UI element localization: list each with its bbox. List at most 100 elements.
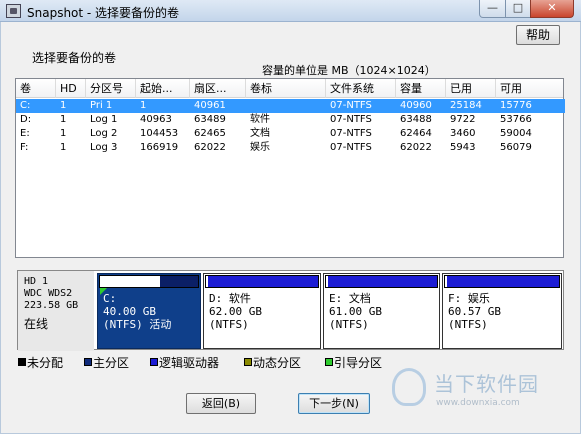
column-header-volume[interactable]: 卷 bbox=[16, 79, 56, 98]
watermark-logo-icon bbox=[392, 368, 426, 406]
table-row[interactable]: F: 1 Log 3 166919 62022 娱乐 07-NTFS 62022 5943 560… bbox=[16, 141, 565, 155]
legend-label: 动态分区 bbox=[253, 356, 302, 370]
help-button[interactable]: 帮助 bbox=[516, 25, 560, 45]
cell-start: 166919 bbox=[140, 142, 179, 153]
cell-capacity: 40960 bbox=[400, 100, 432, 111]
cell-used: 25184 bbox=[450, 100, 482, 111]
back-button[interactable]: 返回(B) bbox=[186, 393, 256, 414]
legend-item: 引导分区 bbox=[325, 356, 382, 372]
cell-volume: F: bbox=[20, 142, 29, 153]
column-header-filesystem[interactable]: 文件系统 bbox=[326, 79, 396, 98]
cell-partition: Log 3 bbox=[90, 142, 118, 153]
cell-hd: 1 bbox=[60, 142, 67, 153]
partition-details: D: 软件 62.00 GB (NTFS) bbox=[209, 292, 262, 331]
close-button[interactable]: ✕ bbox=[530, 0, 574, 18]
legend-label: 引导分区 bbox=[334, 356, 383, 370]
cell-free: 53766 bbox=[500, 114, 532, 125]
partition-line2: 60.57 GB bbox=[448, 305, 501, 318]
cell-volume: C: bbox=[20, 100, 31, 111]
cell-label: 文档 bbox=[250, 128, 270, 139]
partition-line1: E: 文档 bbox=[329, 292, 371, 305]
cell-hd: 1 bbox=[60, 114, 67, 125]
cell-used: 9722 bbox=[450, 114, 476, 125]
cell-hd: 1 bbox=[60, 100, 67, 111]
partition-details: F: 娱乐 60.57 GB (NTFS) bbox=[448, 292, 501, 331]
legend-label: 未分配 bbox=[27, 356, 64, 370]
legend-label: 逻辑驱动器 bbox=[159, 356, 220, 370]
column-header-used[interactable]: 已用 bbox=[446, 79, 496, 98]
cell-filesystem: 07-NTFS bbox=[330, 142, 372, 153]
cell-filesystem: 07-NTFS bbox=[330, 100, 372, 111]
partition-usage-bar bbox=[444, 275, 560, 288]
partition-line2: 61.00 GB bbox=[329, 305, 382, 318]
partition-line3: (NTFS) bbox=[329, 318, 369, 331]
partition-used-fill bbox=[445, 276, 448, 287]
partition-used-fill bbox=[100, 276, 160, 287]
column-header-free[interactable]: 可用 bbox=[496, 79, 565, 98]
partition-details: E: 文档 61.00 GB (NTFS) bbox=[329, 292, 382, 331]
legend-swatch-icon bbox=[18, 358, 26, 366]
cell-used: 5943 bbox=[450, 142, 476, 153]
legend-item: 动态分区 bbox=[244, 356, 301, 372]
cell-free: 15776 bbox=[500, 100, 532, 111]
disk-size: 223.58 GB bbox=[24, 300, 79, 311]
disk-number: HD 1 bbox=[24, 276, 49, 287]
cell-filesystem: 07-NTFS bbox=[330, 114, 372, 125]
legend-item: 主分区 bbox=[84, 356, 129, 372]
table-row[interactable]: E: 1 Log 2 104453 62465 文档 07-NTFS 62464 3460 590… bbox=[16, 127, 565, 141]
cell-free: 59004 bbox=[500, 128, 532, 139]
column-header-partition[interactable]: 分区号 bbox=[86, 79, 136, 98]
cell-hd: 1 bbox=[60, 128, 67, 139]
title-bar: Snapshot - 选择要备份的卷 — □ ✕ bbox=[0, 0, 581, 22]
cell-partition: Pri 1 bbox=[90, 100, 113, 111]
cell-filesystem: 07-NTFS bbox=[330, 128, 372, 139]
partition-line2: 40.00 GB bbox=[103, 305, 156, 318]
volume-list[interactable]: 卷 HD 分区号 起始... 扇区... 卷标 文件系统 容量 已用 可用 C:… bbox=[15, 78, 565, 258]
cell-used: 3460 bbox=[450, 128, 476, 139]
cell-sectors: 63489 bbox=[194, 114, 226, 125]
maximize-button[interactable]: □ bbox=[505, 0, 531, 18]
partition-line3: (NTFS) 活动 bbox=[103, 318, 172, 331]
cell-start: 104453 bbox=[140, 128, 179, 139]
legend-swatch-icon bbox=[84, 358, 92, 366]
cell-capacity: 62464 bbox=[400, 128, 432, 139]
partition-block[interactable]: C: 40.00 GB (NTFS) 活动 bbox=[97, 273, 201, 349]
partition-line1: F: 娱乐 bbox=[448, 292, 490, 305]
cell-start: 1 bbox=[140, 100, 147, 111]
unit-label: 容量的单位是 MB（1024×1024） bbox=[262, 64, 436, 77]
cell-sectors: 62022 bbox=[194, 142, 226, 153]
disk-status: 在线 bbox=[24, 317, 49, 331]
column-header-sectors[interactable]: 扇区... bbox=[190, 79, 246, 98]
column-header-start[interactable]: 起始... bbox=[136, 79, 190, 98]
minimize-button[interactable]: — bbox=[479, 0, 506, 18]
partition-usage-bar bbox=[99, 275, 199, 288]
camera-icon bbox=[6, 4, 21, 18]
partition-block[interactable]: E: 文档 61.00 GB (NTFS) bbox=[323, 273, 440, 349]
column-header-label[interactable]: 卷标 bbox=[246, 79, 326, 98]
select-volume-label: 选择要备份的卷 bbox=[32, 51, 117, 65]
partition-used-fill bbox=[326, 276, 329, 287]
list-header: 卷 HD 分区号 起始... 扇区... 卷标 文件系统 容量 已用 可用 bbox=[16, 79, 563, 98]
table-row[interactable]: D: 1 Log 1 40963 63489 软件 07-NTFS 63488 9722 5376… bbox=[16, 113, 565, 127]
cell-label: 软件 bbox=[250, 114, 270, 125]
disk-model: WDC WDS2 bbox=[24, 288, 73, 299]
column-header-capacity[interactable]: 容量 bbox=[396, 79, 446, 98]
legend-swatch-icon bbox=[244, 358, 252, 366]
watermark-url: www.downxia.com bbox=[436, 398, 520, 408]
column-header-hd[interactable]: HD bbox=[56, 79, 86, 98]
partition-line1: C: bbox=[103, 292, 117, 305]
partition-usage-bar bbox=[325, 275, 438, 288]
partition-block[interactable]: D: 软件 62.00 GB (NTFS) bbox=[203, 273, 321, 349]
table-row[interactable]: C: 1 Pri 1 1 40961 07-NTFS 40960 25184 15776 bbox=[16, 99, 565, 113]
partition-line3: (NTFS) bbox=[448, 318, 488, 331]
partition-block[interactable]: F: 娱乐 60.57 GB (NTFS) bbox=[442, 273, 562, 349]
legend-item: 未分配 bbox=[18, 356, 63, 372]
cell-capacity: 63488 bbox=[400, 114, 432, 125]
cell-capacity: 62022 bbox=[400, 142, 432, 153]
next-button[interactable]: 下一步(N) bbox=[298, 393, 370, 414]
legend-label: 主分区 bbox=[93, 356, 130, 370]
cell-sectors: 40961 bbox=[194, 100, 226, 111]
partition-line3: (NTFS) bbox=[209, 318, 249, 331]
partition-details: C: 40.00 GB (NTFS) 活动 bbox=[103, 292, 171, 331]
cell-partition: Log 1 bbox=[90, 114, 118, 125]
